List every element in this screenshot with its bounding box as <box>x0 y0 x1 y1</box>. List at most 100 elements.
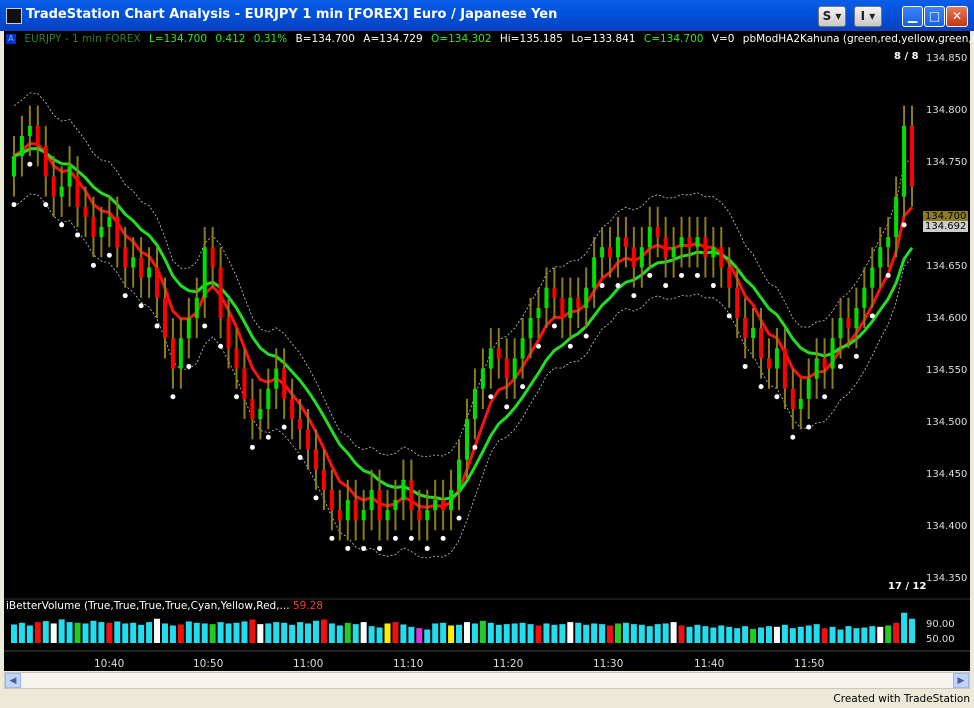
candle-body <box>910 125 915 187</box>
candle-body <box>894 196 899 238</box>
candle-body <box>43 146 48 177</box>
i-menu-button[interactable]: I ▾ <box>854 6 882 27</box>
candle-body <box>512 358 517 379</box>
volume-bar <box>527 624 534 643</box>
candle-body <box>862 287 867 308</box>
volume-bar <box>50 623 57 643</box>
volume-bar <box>805 625 812 643</box>
volume-bar <box>893 622 900 643</box>
minimize-button[interactable]: ▁ <box>902 6 923 27</box>
page-indicator-bottom: 17 / 12 <box>888 581 927 592</box>
candle-body <box>902 125 907 197</box>
candle-body <box>83 206 88 217</box>
candle-body <box>774 348 779 369</box>
signal-dot <box>853 353 859 359</box>
volume-bar <box>146 622 153 643</box>
candle-body <box>743 318 748 339</box>
candle-body <box>790 388 795 409</box>
candle-body <box>703 237 708 258</box>
volume-bar <box>34 622 41 643</box>
candle-body <box>321 469 326 490</box>
signal-dot <box>806 424 812 430</box>
signal-dot <box>838 363 843 369</box>
candle-body <box>600 247 605 258</box>
candle-body <box>814 358 819 379</box>
candle-body <box>441 500 446 511</box>
volume-bar <box>726 626 733 643</box>
scroll-left-button[interactable]: ◀ <box>5 673 21 688</box>
candle-body <box>313 449 318 470</box>
candle-body <box>655 227 660 238</box>
signal-dot <box>869 313 875 319</box>
candle-body <box>131 257 136 268</box>
volume-bar <box>360 622 367 643</box>
candle-body <box>226 318 231 349</box>
volume-bar <box>289 624 296 643</box>
signal-dot <box>472 444 478 450</box>
candle-body <box>99 227 104 238</box>
signal-dot <box>361 545 367 551</box>
fast-moving-average-line <box>13 141 914 509</box>
candle-body <box>162 297 167 339</box>
volume-bar <box>193 622 200 643</box>
volume-bar <box>154 618 161 643</box>
signal-dot <box>694 272 700 278</box>
volume-bar <box>58 619 65 643</box>
candle-body <box>19 136 24 157</box>
signal-dot <box>663 283 669 289</box>
volume-bar <box>217 622 224 643</box>
signal-dot <box>822 394 828 400</box>
signal-dot <box>122 293 128 299</box>
volume-bar <box>614 623 621 643</box>
volume-indicator-label: iBetterVolume (True,True,True,True,Cyan,… <box>6 600 323 612</box>
volume-bar <box>26 625 33 643</box>
volume-bar <box>781 624 788 643</box>
signal-dot <box>424 545 430 551</box>
volume-bar <box>869 626 876 643</box>
candle-body <box>75 176 80 207</box>
candle-body <box>234 348 239 369</box>
volume-bar <box>551 624 558 643</box>
maximize-button[interactable]: □ <box>924 6 945 27</box>
candle-body <box>568 297 573 318</box>
candle-body <box>464 419 469 460</box>
signal-dot <box>440 535 446 541</box>
volume-bar <box>185 621 192 643</box>
time-tick-1150: 11:50 <box>794 658 825 670</box>
price-tick-134850: 134.850 <box>926 53 968 64</box>
candle-body <box>282 368 287 399</box>
page-indicator-top: 8 / 8 <box>894 51 919 62</box>
volume-bar <box>901 612 908 643</box>
maximize-icon: □ <box>928 9 941 23</box>
horizontal-scrollbar[interactable]: ◀ ▶ <box>4 672 970 689</box>
candle-body <box>496 348 501 359</box>
signal-dot <box>631 293 637 299</box>
candle-body <box>298 419 303 430</box>
volume-bar <box>106 622 113 643</box>
volume-bar <box>463 622 470 643</box>
volume-bar <box>257 624 264 643</box>
close-button[interactable]: ✕ <box>946 6 968 27</box>
volume-bar <box>670 622 677 643</box>
chart-area[interactable]: A EURJPY - 1 min FOREX L=134.700 0.412 0… <box>4 31 974 671</box>
candle-body <box>107 216 112 227</box>
scroll-right-button[interactable]: ▶ <box>953 673 969 688</box>
signal-dot <box>154 323 160 329</box>
signal-dot <box>75 232 81 238</box>
close-icon: ✕ <box>951 9 963 23</box>
volume-bar <box>10 624 17 643</box>
volume-bar <box>392 622 399 643</box>
volume-bar <box>821 628 828 643</box>
candle-body <box>854 307 859 329</box>
s-menu-button[interactable]: S ▾ <box>818 6 846 27</box>
candle-body <box>178 338 183 369</box>
candle-body <box>711 247 716 258</box>
volume-bar <box>511 623 518 643</box>
candle-body <box>417 510 422 521</box>
minimize-icon: ▁ <box>907 9 918 23</box>
volume-bar <box>607 625 614 643</box>
volume-bar <box>368 626 375 643</box>
volume-bar <box>448 625 455 643</box>
volume-bar <box>42 621 49 643</box>
candle-body <box>846 318 851 329</box>
